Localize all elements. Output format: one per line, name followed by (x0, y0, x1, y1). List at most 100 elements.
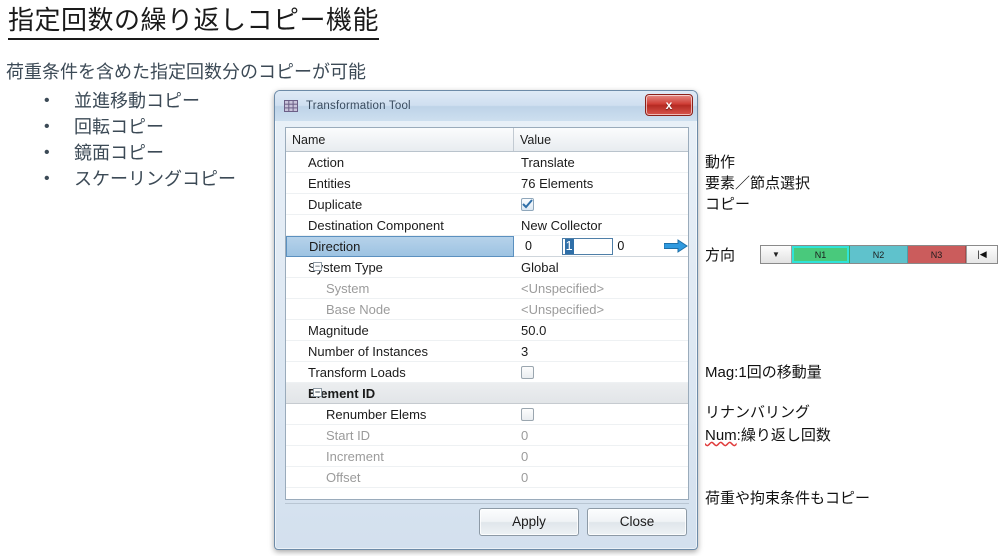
node-selector-reset-button[interactable]: |◀ (966, 246, 997, 263)
row-value[interactable]: Translate (514, 152, 688, 172)
dialog-footer: Apply Close (285, 503, 689, 539)
row-label: Number of Instances (308, 343, 428, 359)
annotation-num-rest: :繰り返し回数 (736, 427, 831, 444)
node-selector-dropdown-button[interactable]: ▼ (761, 246, 792, 263)
bullet-icon: • (44, 92, 50, 109)
arrow-right-icon (663, 239, 688, 253)
annotation-renumbering: リナンバリング (705, 404, 811, 421)
direction-apply-arrow-button[interactable] (663, 239, 688, 253)
list-item-label: 並進移動コピー (74, 91, 200, 111)
table-row[interactable]: Renumber Elems (286, 404, 688, 425)
table-row[interactable]: − System Type Global (286, 257, 688, 278)
annotation-magnitude-group: Mag:1回の移動量 Num:繰り返し回数 荷重や拘束条件もコピー (705, 320, 870, 551)
row-value[interactable] (514, 362, 688, 382)
row-label: Start ID (326, 427, 371, 443)
row-label: Entities (308, 175, 351, 191)
column-header-name: Name (286, 128, 514, 151)
dialog-title: Transformation Tool (306, 100, 411, 112)
annotation-num-line: Num:繰り返し回数 (705, 425, 870, 446)
transform-loads-checkbox[interactable] (521, 365, 534, 379)
direction-y-field[interactable]: 1 (561, 237, 614, 255)
row-label: Direction (286, 235, 514, 257)
row-label: Base Node (326, 301, 391, 317)
close-dialog-button[interactable]: Close (587, 507, 687, 536)
row-value: 0 (521, 427, 529, 443)
property-grid: Name Value Action Translate Entities 76 … (285, 127, 689, 500)
annotation-direction-label: 方向 (705, 247, 736, 264)
node-button-n3[interactable]: N3 (908, 246, 966, 263)
table-row: System <Unspecified> (286, 278, 688, 299)
table-row[interactable]: Destination Component New Collector (286, 215, 688, 236)
transformation-tool-dialog: Transformation Tool x Name Value Action … (274, 90, 698, 550)
renumber-elems-checkbox[interactable] (521, 407, 534, 421)
list-item-label: 回転コピー (74, 117, 164, 137)
row-label: Action (308, 154, 345, 170)
row-value: <Unspecified> (521, 280, 605, 296)
annotation-loads-line: 荷重や拘束条件もコピー (705, 490, 871, 507)
row-label: Duplicate (308, 196, 363, 212)
direction-z-field[interactable]: 0 (613, 238, 654, 255)
collapse-toggle-element-id[interactable]: − (313, 388, 322, 397)
row-value: 0 (521, 448, 529, 464)
table-row: Offset 0 (286, 467, 688, 488)
table-row-group-element-id[interactable]: − Element ID (286, 383, 688, 404)
dialog-titlebar[interactable]: Transformation Tool x (275, 91, 697, 121)
row-value: 0 (521, 469, 529, 485)
row-value[interactable]: 76 Elements (514, 173, 688, 193)
table-row[interactable]: Duplicate (286, 194, 688, 215)
table-row[interactable]: Transform Loads (286, 362, 688, 383)
row-label: Increment (326, 448, 384, 464)
collapse-toggle-system-type[interactable]: − (313, 262, 322, 271)
table-row[interactable]: Magnitude 50.0 (286, 320, 688, 341)
row-value[interactable]: 50.0 (514, 320, 688, 340)
table-row[interactable]: Number of Instances 3 (286, 341, 688, 362)
row-value[interactable] (514, 404, 688, 424)
apply-button[interactable]: Apply (479, 507, 579, 536)
direction-y-value: 1 (564, 238, 574, 254)
slide-subtitle: 荷重条件を含めた指定回数分のコピーが可能 (6, 62, 366, 82)
table-row[interactable]: Entities 76 Elements (286, 173, 688, 194)
row-value: <Unspecified> (521, 301, 605, 317)
close-button[interactable]: x (645, 94, 693, 116)
annotation-mag-line: Mag:1回の移動量 (705, 364, 822, 381)
table-row[interactable]: Action Translate (286, 152, 688, 173)
list-item: • 並進移動コピー (40, 88, 236, 114)
list-item: • 回転コピー (40, 114, 236, 140)
node-selector-toolbar[interactable]: ▼ N1 N2 N3 |◀ (760, 245, 998, 264)
row-value[interactable]: Global (514, 257, 688, 277)
page-title: 指定回数の繰り返しコピー機能 (8, 4, 380, 40)
checkmark-icon (522, 199, 533, 209)
list-item-label: スケーリングコピー (74, 169, 236, 189)
bullet-icon: • (44, 144, 50, 161)
row-label: Offset (326, 469, 361, 485)
list-item: • 鏡面コピー (40, 140, 236, 166)
row-label: Magnitude (308, 322, 369, 338)
row-label: − System Type (286, 257, 514, 277)
property-grid-header: Name Value (286, 128, 688, 152)
table-row: Increment 0 (286, 446, 688, 467)
table-row: Base Node <Unspecified> (286, 299, 688, 320)
bullet-icon: • (44, 170, 50, 187)
list-item-label: 鏡面コピー (74, 143, 164, 163)
row-value (514, 383, 688, 403)
table-row-direction[interactable]: Direction 0 1 0 (286, 235, 688, 257)
row-value[interactable]: 0 1 0 (514, 236, 688, 256)
column-header-value: Value (520, 132, 552, 147)
annotation-action-group: 動作 要素／節点選択 コピー (705, 154, 811, 213)
row-value[interactable]: 3 (514, 341, 688, 361)
row-label: − Element ID (286, 383, 514, 403)
slide-page: 指定回数の繰り返しコピー機能 荷重条件を含めた指定回数分のコピーが可能 • 並進… (0, 0, 1000, 556)
row-value[interactable] (514, 194, 688, 214)
node-button-n2[interactable]: N2 (850, 246, 908, 263)
direction-x-field[interactable]: 0 (521, 238, 562, 255)
row-label: Destination Component (308, 217, 444, 233)
row-label: Renumber Elems (326, 406, 427, 422)
feature-bullet-list: • 並進移動コピー • 回転コピー • 鏡面コピー • スケーリングコピー (40, 88, 236, 192)
table-row: Start ID 0 (286, 425, 688, 446)
duplicate-checkbox[interactable] (521, 197, 534, 211)
annotation-num-misspelled: Num (705, 427, 737, 444)
row-label: System (326, 280, 370, 296)
node-button-n1[interactable]: N1 (792, 246, 850, 263)
list-item: • スケーリングコピー (40, 166, 236, 192)
row-value[interactable]: New Collector (514, 215, 688, 235)
